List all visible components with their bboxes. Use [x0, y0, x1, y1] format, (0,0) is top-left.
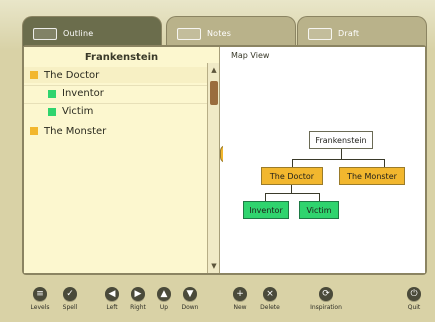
inspiration-button[interactable]: ⟳ Inspiration: [304, 287, 348, 321]
scroll-up-icon[interactable]: ▲: [209, 65, 219, 75]
tool-label: Down: [181, 304, 199, 311]
outline-item-label: The Doctor: [44, 69, 100, 81]
connector-line: [265, 193, 266, 201]
map-node-doctor[interactable]: The Doctor: [261, 167, 323, 185]
down-button[interactable]: ▼ Down: [174, 287, 206, 321]
left-icon: ◀: [105, 287, 119, 301]
outline-item[interactable]: The Monster: [24, 123, 214, 139]
topic-color-swatch: [48, 89, 56, 98]
levels-icon: ≡: [33, 287, 47, 301]
tool-label: New: [233, 304, 247, 311]
outline-item[interactable]: The Doctor: [24, 67, 214, 83]
outline-item-label: Victim: [62, 106, 94, 117]
up-icon: ▲: [157, 287, 171, 301]
tool-label: Spell: [62, 304, 78, 311]
new-button[interactable]: + New: [224, 287, 256, 321]
outline-item-label: The Monster: [44, 125, 107, 137]
tool-label: Delete: [260, 304, 280, 311]
connector-line: [384, 159, 385, 167]
outline-item[interactable]: Inventor: [24, 85, 214, 101]
tool-label: Left: [106, 304, 118, 311]
map-node-victim[interactable]: Victim: [299, 201, 339, 219]
levels-button[interactable]: ≡ Levels: [24, 287, 56, 321]
main-panels: Frankenstein The Doctor Inventor Victim …: [22, 45, 427, 275]
connector-line: [291, 185, 292, 193]
draft-icon: [308, 27, 332, 40]
connector-line: [265, 193, 319, 194]
map-view-title: Map View: [231, 51, 270, 60]
spell-icon: ✓: [63, 287, 77, 301]
topic-color-swatch: [48, 107, 56, 116]
tool-label: Right: [130, 304, 146, 311]
tab-label: Draft: [338, 29, 360, 38]
outline-title: Frankenstein: [84, 51, 159, 63]
tool-label: Quit: [407, 304, 421, 311]
connector-line: [292, 159, 384, 160]
map-node-root[interactable]: Frankenstein: [309, 131, 373, 149]
outline-scrollbar[interactable]: ▲ ▼: [207, 63, 219, 273]
right-icon: ▶: [131, 287, 145, 301]
outline-panel: Frankenstein The Doctor Inventor Victim …: [24, 47, 220, 273]
scroll-down-icon[interactable]: ▼: [209, 261, 219, 271]
scroll-thumb[interactable]: [210, 81, 218, 105]
connector-line: [319, 193, 320, 201]
notes-icon: [177, 27, 201, 40]
outline-icon: [33, 27, 57, 40]
quit-button[interactable]: ⏻ Quit: [398, 287, 430, 321]
tab-label: Outline: [63, 29, 94, 38]
outline-item-label: Inventor: [62, 88, 104, 99]
connector-line: [341, 149, 342, 159]
new-icon: +: [233, 287, 247, 301]
delete-button[interactable]: × Delete: [254, 287, 286, 321]
outline-item[interactable]: Victim: [24, 103, 214, 119]
quit-icon: ⏻: [407, 287, 421, 301]
topic-color-swatch: [30, 71, 38, 79]
map-node-inventor[interactable]: Inventor: [243, 201, 289, 219]
tool-label: Up: [159, 304, 169, 311]
delete-icon: ×: [263, 287, 277, 301]
inspiration-icon: ⟳: [319, 287, 333, 301]
map-view: Map View Frankenstein The Doctor The Mon…: [223, 47, 425, 273]
tab-bar: Outline Notes Draft: [0, 0, 435, 50]
tool-label: Inspiration: [310, 304, 342, 311]
down-icon: ▼: [183, 287, 197, 301]
tool-label: Levels: [30, 304, 50, 311]
tab-label: Notes: [207, 29, 232, 38]
spell-button[interactable]: ✓ Spell: [54, 287, 86, 321]
topic-color-swatch: [30, 127, 38, 135]
bottom-toolbar: ≡ Levels ✓ Spell ◀ Left ▶ Right ▲ Up ▼ D…: [0, 287, 435, 322]
map-node-monster[interactable]: The Monster: [339, 167, 405, 185]
connector-line: [292, 159, 293, 167]
